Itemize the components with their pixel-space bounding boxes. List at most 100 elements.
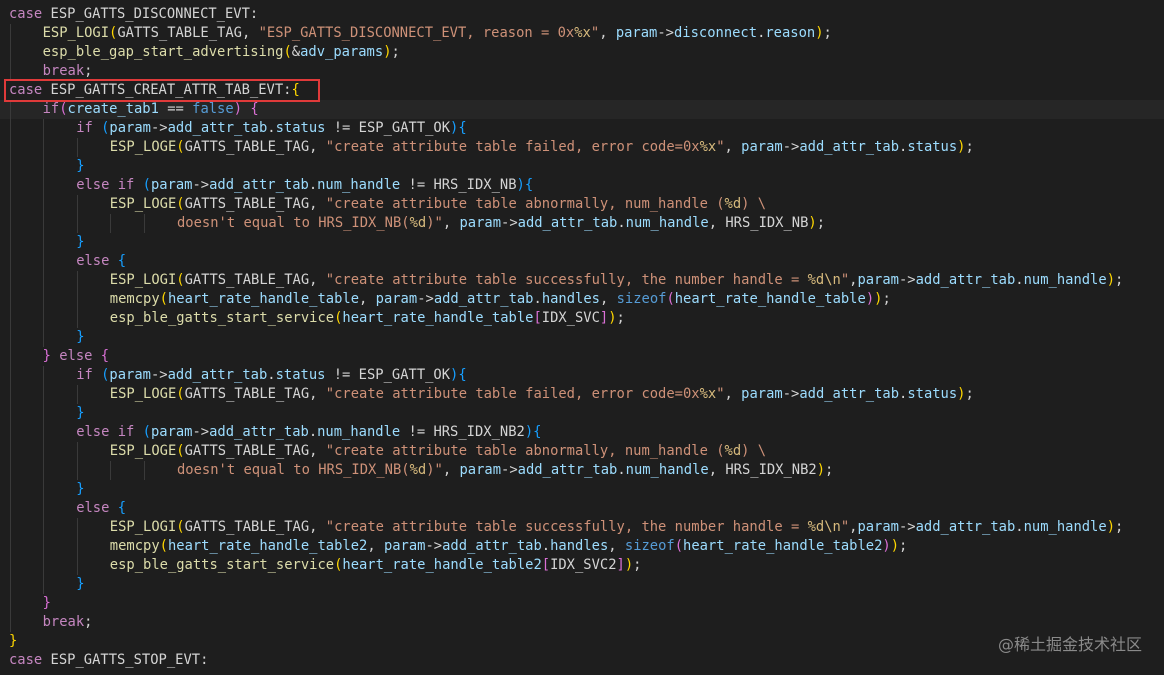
code-line[interactable]: }	[0, 480, 1164, 499]
code-line[interactable]: esp_ble_gatts_start_service(heart_rate_h…	[0, 309, 1164, 328]
code-token: ->	[150, 367, 168, 383]
code-token: )	[808, 215, 817, 231]
indent-guide	[9, 385, 11, 404]
indent-guide	[43, 537, 45, 556]
code-line[interactable]: esp_ble_gatts_start_service(heart_rate_h…	[0, 556, 1164, 575]
code-line[interactable]: case ESP_GATTS_STOP_EVT:	[0, 651, 1164, 670]
code-token: {	[250, 101, 259, 117]
code-line[interactable]: else {	[0, 499, 1164, 518]
code-token: param	[459, 215, 502, 231]
code-line[interactable]: esp_ble_gap_start_advertising(&adv_param…	[0, 43, 1164, 62]
code-token: )	[1106, 519, 1115, 535]
code-line[interactable]: }	[0, 157, 1164, 176]
code-editor[interactable]: case ESP_GATTS_DISCONNECT_EVT: ESP_LOGI(G…	[0, 0, 1164, 675]
indent-guide	[76, 556, 78, 575]
code-text: break;	[43, 613, 93, 632]
code-line[interactable]: }	[0, 575, 1164, 594]
code-token: ,	[367, 538, 384, 554]
code-line[interactable]: ESP_LOGE(GATTS_TABLE_TAG, "create attrib…	[0, 138, 1164, 157]
indent-guide	[43, 556, 45, 575]
code-line[interactable]: ESP_LOGE(GATTS_TABLE_TAG, "create attrib…	[0, 195, 1164, 214]
indent-guide	[9, 309, 11, 328]
code-line[interactable]: if(create_tab1 == false) {	[0, 100, 1164, 119]
code-token: adv_params	[300, 44, 384, 60]
indent-guide	[9, 195, 11, 214]
code-token: handles	[541, 291, 600, 307]
code-token: "create attribute table successfully, th…	[325, 272, 808, 288]
code-token: case	[9, 652, 51, 668]
code-token: "	[840, 272, 850, 288]
code-line[interactable]: memcpy(heart_rate_handle_table, param->a…	[0, 290, 1164, 309]
code-token: add_attr_tab	[433, 291, 534, 307]
code-line[interactable]: }	[0, 404, 1164, 423]
code-token: ESP_LOGI	[109, 519, 177, 535]
code-token: .	[1015, 272, 1024, 288]
code-token: HRS_IDX_NB2	[725, 462, 817, 478]
code-line[interactable]: }	[0, 233, 1164, 252]
code-line[interactable]: ESP_LOGI(GATTS_TABLE_TAG, "create attrib…	[0, 271, 1164, 290]
indent-guide	[43, 328, 45, 347]
code-token: ;	[633, 557, 642, 573]
code-line[interactable]: else if (param->add_attr_tab.num_handle …	[0, 423, 1164, 442]
code-line[interactable]: }	[0, 594, 1164, 613]
code-token: )	[383, 44, 392, 60]
indent-guide	[9, 537, 11, 556]
code-token: ;	[899, 538, 908, 554]
code-text: if(create_tab1 == false) {	[43, 100, 259, 119]
code-line[interactable]: memcpy(heart_rate_handle_table2, param->…	[0, 537, 1164, 556]
code-token: if	[42, 101, 60, 117]
indent-guide	[9, 271, 11, 290]
code-token: (	[176, 443, 185, 459]
code-token: %d	[409, 462, 427, 478]
code-line[interactable]: doesn't equal to HRS_IDX_NB(%d)", param-…	[0, 461, 1164, 480]
code-line[interactable]: ESP_LOGI(GATTS_TABLE_TAG, "create attrib…	[0, 518, 1164, 537]
code-line[interactable]: else {	[0, 252, 1164, 271]
code-token: add_attr_tab	[209, 424, 309, 440]
code-line[interactable]: break;	[0, 613, 1164, 632]
code-token: ;	[965, 139, 974, 155]
code-token: !=	[400, 424, 434, 440]
code-token: ->	[192, 424, 210, 440]
code-token: (	[176, 139, 185, 155]
code-line[interactable]: }	[0, 328, 1164, 347]
code-token: handles	[550, 538, 609, 554]
code-line[interactable]: ESP_LOGI(GATTS_TABLE_TAG, "ESP_GATTS_DIS…	[0, 24, 1164, 43]
code-token: )	[624, 557, 634, 573]
code-token: (	[159, 538, 168, 554]
code-token: .	[617, 215, 626, 231]
code-line[interactable]: else if (param->add_attr_tab.num_handle …	[0, 176, 1164, 195]
code-token: ESP_LOGE	[109, 443, 177, 459]
code-token: )	[516, 177, 525, 193]
indent-guide	[43, 309, 45, 328]
code-token: ,	[442, 215, 460, 231]
code-line[interactable]: if (param->add_attr_tab.status != ESP_GA…	[0, 366, 1164, 385]
code-token: break	[42, 63, 85, 79]
code-token: heart_rate_handle_table	[167, 291, 360, 307]
code-text: }	[43, 594, 51, 613]
indent-guide	[43, 157, 45, 176]
code-token: param	[109, 120, 151, 136]
indent-guide	[43, 138, 45, 157]
code-token: else if	[76, 177, 143, 193]
code-line[interactable]: doesn't equal to HRS_IDX_NB(%d)", param-…	[0, 214, 1164, 233]
code-line[interactable]: if (param->add_attr_tab.status != ESP_GA…	[0, 119, 1164, 138]
code-line[interactable]: ESP_LOGE(GATTS_TABLE_TAG, "create attrib…	[0, 385, 1164, 404]
code-token: "create attribute table abnormally, num_…	[325, 443, 725, 459]
indent-guide	[76, 309, 78, 328]
code-text: doesn't equal to HRS_IDX_NB(%d)", param-…	[177, 214, 825, 233]
indent-guide	[43, 575, 45, 594]
code-token: else if	[76, 424, 143, 440]
code-line[interactable]: ESP_LOGE(GATTS_TABLE_TAG, "create attrib…	[0, 442, 1164, 461]
code-line[interactable]: case ESP_GATTS_DISCONNECT_EVT:	[0, 5, 1164, 24]
code-token: GATTS_TABLE_TAG	[184, 272, 310, 288]
red-highlight-box	[4, 79, 320, 102]
code-token: ->	[898, 519, 916, 535]
code-token: heart_rate_handle_table2	[167, 538, 368, 554]
code-line[interactable]: }	[0, 632, 1164, 651]
indent-guide	[76, 138, 78, 157]
code-token: ->	[417, 291, 434, 307]
code-text: ESP_LOGI(GATTS_TABLE_TAG, "create attrib…	[110, 518, 1124, 537]
code-token: ->	[898, 272, 916, 288]
code-line[interactable]: } else {	[0, 347, 1164, 366]
code-token: status	[907, 386, 958, 402]
